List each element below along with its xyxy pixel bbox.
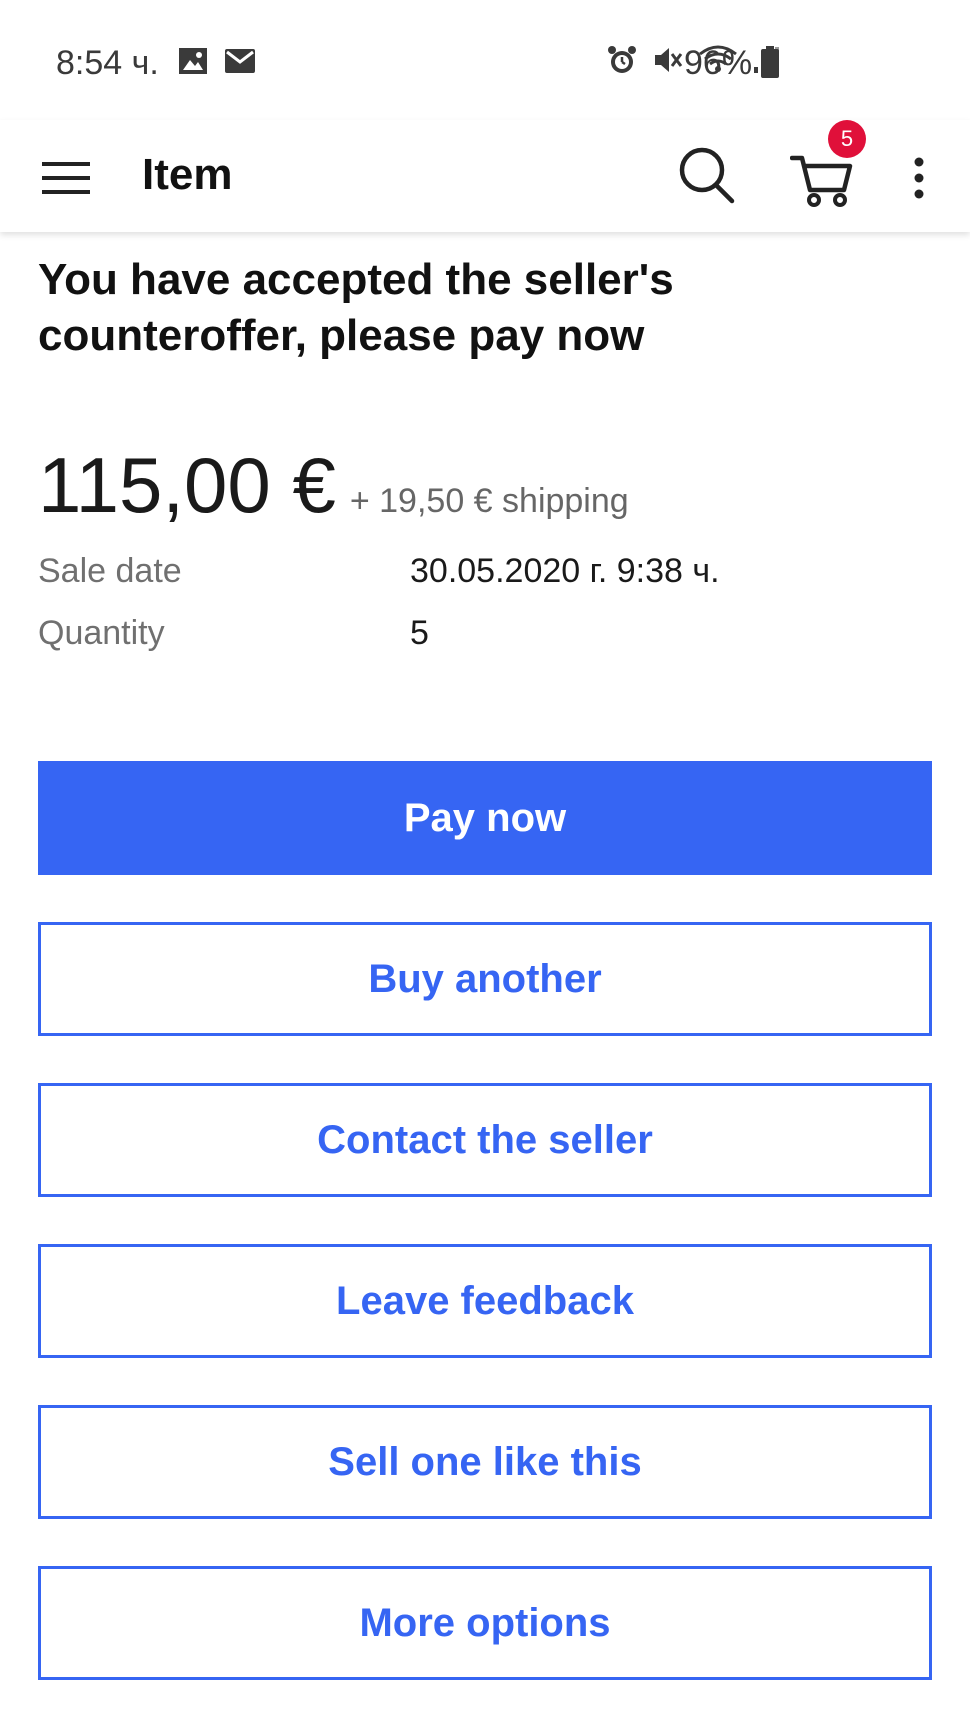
mute-icon: [652, 44, 684, 81]
quantity-label: Quantity: [38, 614, 165, 652]
leave-feedback-button[interactable]: Leave feedback: [38, 1244, 932, 1358]
status-time: 8:54 ч.: [56, 44, 159, 82]
shipping-cost: + 19,50 € shipping: [349, 482, 629, 520]
sale-date-value: 30.05.2020 г. 9:38 ч.: [410, 552, 720, 590]
overflow-menu-icon[interactable]: [904, 142, 934, 212]
quantity-value: 5: [410, 614, 429, 652]
mail-notification-icon: [224, 46, 256, 81]
battery-percentage: 96%: [684, 44, 753, 82]
alarm-icon: [606, 44, 638, 81]
price-row: 115,00 € + 19,50 € shipping: [38, 440, 629, 531]
cart-count-badge: 5: [828, 120, 866, 158]
app-bar: Item: [0, 120, 970, 232]
status-bar: 8:54 ч. 96%: [0, 0, 970, 120]
hamburger-menu-icon[interactable]: [42, 146, 90, 206]
item-price: 115,00 €: [38, 441, 336, 529]
image-notification-icon: [178, 46, 208, 81]
search-icon[interactable]: [676, 140, 736, 210]
buy-another-button[interactable]: Buy another: [38, 922, 932, 1036]
sale-date-label: Sale date: [38, 552, 182, 590]
notification-icons: [178, 46, 256, 81]
contact-seller-button[interactable]: Contact the seller: [38, 1083, 932, 1197]
order-status-headline: You have accepted the seller's counterof…: [38, 255, 674, 360]
battery-icon: [760, 46, 780, 83]
page-title: Item: [142, 150, 233, 199]
sell-one-like-this-button[interactable]: Sell one like this: [38, 1405, 932, 1519]
pay-now-button[interactable]: Pay now: [38, 761, 932, 875]
more-options-button[interactable]: More options: [38, 1566, 932, 1680]
